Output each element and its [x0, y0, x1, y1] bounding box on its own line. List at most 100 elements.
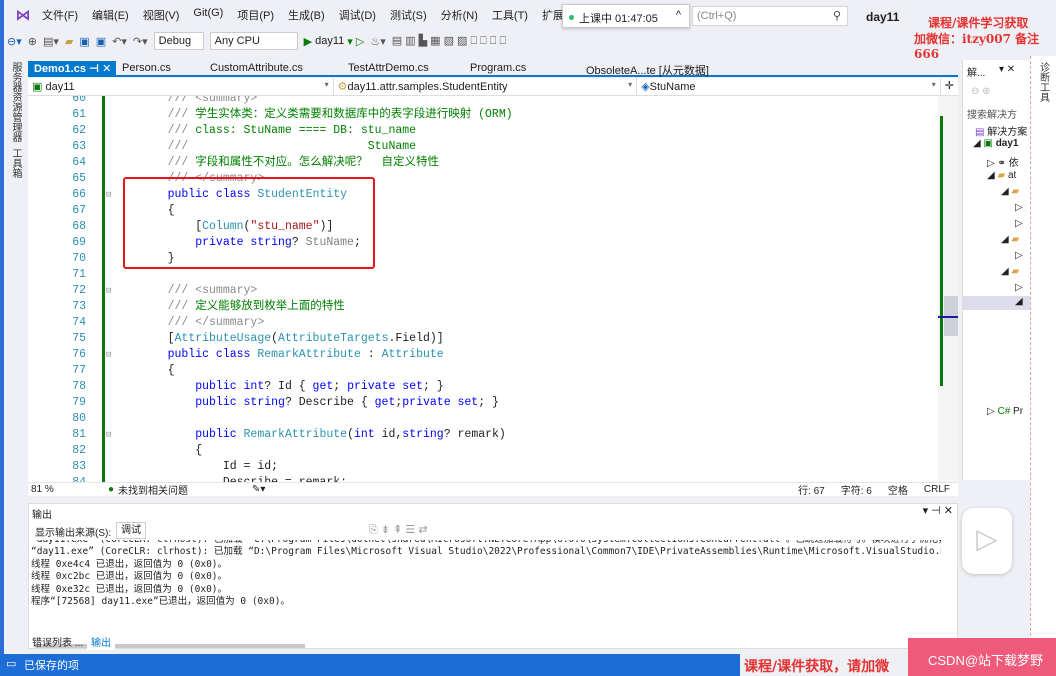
solution-search-input[interactable]: 搜索解决方 [967, 106, 1017, 121]
undo-icon[interactable]: ↶▾ [112, 35, 127, 48]
tab-document[interactable]: TestAttrDemo.cs [342, 61, 464, 75]
tree-dependencies[interactable]: ▷ ⚭ 依 [987, 154, 1019, 169]
start-without-debug-icon[interactable]: ▾ ▷ [347, 35, 364, 48]
configuration-select[interactable]: Debug [153, 32, 204, 50]
code-line[interactable]: 73 /// 定义能够放到枚举上面的特性 [28, 299, 938, 315]
output-toolbar-icons[interactable]: ⎘ ⇟ ⇞ ☰ ⇄ [369, 523, 428, 537]
tab-document[interactable]: CustomAttribute.cs [204, 61, 342, 75]
panel-controls-icon[interactable]: ▾ ✕ [999, 64, 1015, 75]
back-icon[interactable]: ⊖▾ [7, 35, 22, 48]
solution-explorer-title[interactable]: 解... [967, 64, 985, 79]
notification-icon[interactable]: ▭ [6, 657, 16, 670]
code-line[interactable]: 83 Id = id; [28, 459, 938, 475]
zoom-level[interactable]: 81 % [28, 484, 78, 495]
menu-item[interactable]: 文件(F) [42, 7, 78, 23]
menu-item[interactable]: 视图(V) [143, 7, 180, 23]
code-line[interactable]: 75 [AttributeUsage(AttributeTargets.Fiel… [28, 331, 938, 347]
editor-vertical-scrollbar[interactable] [938, 96, 958, 482]
menu-item[interactable]: 编辑(E) [92, 7, 129, 23]
eol-indicator[interactable]: CRLF [924, 484, 950, 495]
code-line[interactable]: 61 /// 学生实体类：定义类需要和数据库中的表字段进行映射 (ORM) [28, 107, 938, 123]
platform-select[interactable]: Any CPU [209, 32, 298, 50]
cleanup-icon[interactable]: ✎▾ [252, 484, 798, 495]
code-line[interactable]: 82 { [28, 443, 938, 459]
save-icon[interactable]: ▣ [79, 35, 89, 48]
code-line[interactable]: 63 /// StuName [28, 139, 938, 155]
forward-icon[interactable]: ⊕ [28, 35, 37, 48]
open-folder-icon[interactable]: ▰ [65, 35, 73, 48]
fold-icon[interactable]: ⊟ [106, 347, 111, 363]
code-line[interactable]: 64 /// 字段和属性不对应。怎么解决呢？ 自定义特性 [28, 155, 938, 171]
tab-error-list[interactable]: 错误列表 ... [28, 632, 87, 650]
code-line[interactable]: 80 [28, 411, 938, 427]
code-line[interactable]: 78 public int? Id { get; private set; } [28, 379, 938, 395]
tree-solution[interactable]: ▤ 解决方案 [975, 123, 1027, 138]
code-line[interactable]: 72 ⊟ /// <summary> [28, 283, 938, 299]
menu-item[interactable]: 生成(B) [288, 7, 325, 23]
code-line[interactable]: 62 /// class: StuName ==== DB: stu_name [28, 123, 938, 139]
fold-icon[interactable]: ⊟ [106, 187, 111, 203]
code-line[interactable]: 71 [28, 267, 938, 283]
server-explorer-tab[interactable]: 服务器资源管理器 [9, 62, 23, 142]
tree-project[interactable]: ◢ ▣ day1 [973, 138, 1019, 149]
menu-item[interactable]: 调试(D) [339, 7, 376, 23]
panel-controls-icon[interactable]: ▾ ⊣ ✕ [923, 504, 953, 517]
tree-subfolder[interactable]: ◢ ▰ [1001, 186, 1019, 197]
code-line[interactable]: 79 public string? Describe { get;private… [28, 395, 938, 411]
tree-item[interactable]: ▷ [1015, 282, 1023, 293]
line-indicator[interactable]: 行: 67 [798, 482, 825, 497]
menu-item[interactable]: Git(G) [193, 7, 223, 23]
chevron-up-icon[interactable]: ^ [676, 9, 681, 21]
member-dropdown[interactable]: ◈StuName ▾ [637, 78, 941, 95]
video-play-button[interactable]: ▷ [962, 508, 1012, 574]
tab-document[interactable]: Program.cs [464, 61, 580, 75]
toolbar-misc-icons[interactable]: ▤ ▥ ▙ ▦ ▧ ▨ ⎕ ⎕ ⎕ ⎕ [392, 34, 506, 48]
project-dropdown[interactable]: ▣ day11 ▾ [28, 78, 334, 95]
close-icon[interactable]: ⊣ ✕ [86, 63, 111, 75]
menu-item[interactable]: 项目(P) [237, 7, 274, 23]
code-line[interactable]: 74 /// </summary> [28, 315, 938, 331]
split-icon[interactable]: ✛ [941, 78, 958, 95]
code-line[interactable]: 77 { [28, 363, 938, 379]
highlight-annotation-box [123, 177, 375, 269]
tab-document[interactable]: Person.cs [116, 61, 204, 75]
tab-document[interactable]: Demo1.cs ⊣ ✕ [28, 61, 116, 75]
scroll-change-marker [940, 116, 943, 386]
code-line[interactable]: 76 ⊟ public class RemarkAttribute : Attri… [28, 347, 938, 363]
tree-item[interactable]: ▷ [1015, 218, 1023, 229]
issues-status[interactable]: 未找到相关问题 [118, 482, 252, 497]
tree-program-file[interactable]: ▷ C# Pr [987, 406, 1023, 417]
start-icon[interactable]: ▶ [304, 35, 312, 48]
nav-arrows-icon[interactable]: ⊖ ⊕ [971, 86, 991, 97]
fold-icon[interactable]: ⊟ [106, 283, 111, 299]
tree-subfolder[interactable]: ◢ ▰ [1001, 234, 1019, 245]
char-indicator[interactable]: 字符: 6 [841, 482, 872, 497]
whitespace-indicator[interactable]: 空格 [888, 482, 908, 497]
code-line[interactable]: 84 Describe = remark; [28, 475, 938, 482]
search-input[interactable]: (Ctrl+Q) ⚲ [692, 6, 848, 26]
tree-item[interactable]: ▷ [1015, 202, 1023, 213]
new-project-icon[interactable]: ▤▾ [43, 35, 59, 48]
menu-item[interactable]: 工具(T) [492, 7, 528, 23]
tree-subfolder[interactable]: ◢ ▰ [1001, 266, 1019, 277]
hot-reload-icon[interactable]: ♨▾ [370, 35, 385, 48]
tab-output[interactable]: 输出 [87, 632, 116, 650]
menu-item[interactable]: 分析(N) [441, 7, 478, 23]
code-line[interactable]: 81 ⊟ public RemarkAttribute(int id,string… [28, 427, 938, 443]
output-source-select[interactable]: 调试 [116, 522, 146, 539]
tree-item[interactable]: ▷ [1015, 250, 1023, 261]
toolbox-tab[interactable]: 工具箱 [9, 148, 23, 178]
diagnostic-tools-tab[interactable]: 诊断工具 [1037, 62, 1051, 102]
start-button[interactable]: day11 [315, 35, 344, 47]
redo-icon[interactable]: ↷▾ [133, 35, 148, 48]
save-all-icon[interactable]: ▣ [96, 35, 106, 48]
live-status-popup[interactable]: 上课中 01:47:05 ^ [562, 4, 690, 28]
tab-document[interactable]: ObsoleteA...te [从元数据] [580, 61, 740, 77]
type-dropdown[interactable]: ⚙day11.attr.samples.StudentEntity ▾ [334, 78, 638, 95]
tree-folder[interactable]: ◢ ▰ at [987, 170, 1016, 181]
fold-icon[interactable]: ⊟ [106, 427, 111, 443]
code-line[interactable]: 60 /// <summary> [28, 96, 938, 107]
code-editor[interactable]: 60 /// <summary> 61 /// 学生实体类：定义类需要和数据库中的… [28, 96, 938, 482]
menu-item[interactable]: 测试(S) [390, 7, 427, 23]
tree-selected-item[interactable]: ◢ [963, 296, 1031, 310]
